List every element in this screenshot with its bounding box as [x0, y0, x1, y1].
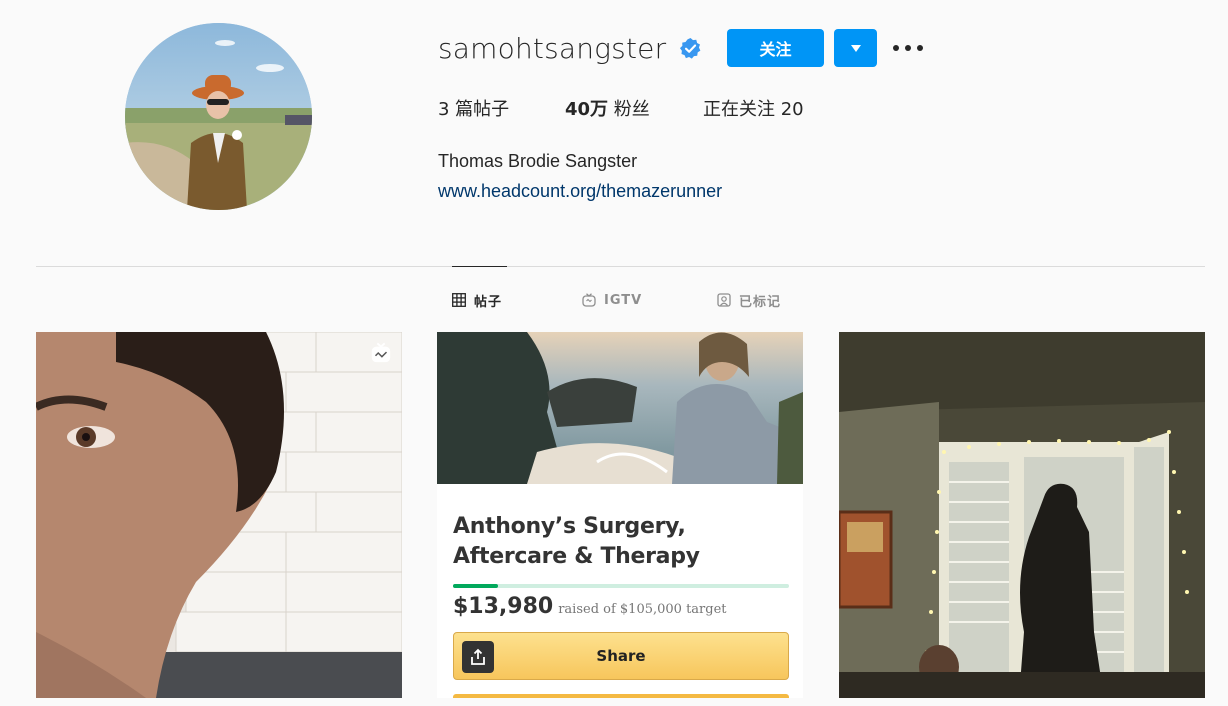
fundraiser-target-text: raised of $105,000 target: [558, 602, 727, 617]
more-dot-icon: [917, 45, 923, 51]
fundraiser-title: Anthony’s Surgery, Aftercare & Therapy: [453, 514, 700, 569]
fundraiser-share-label: Share: [596, 647, 646, 665]
followers-count-stat[interactable]: 40万 粉丝: [565, 98, 703, 122]
follow-button[interactable]: 关注: [727, 29, 824, 67]
followers-count-label: 粉丝: [608, 99, 650, 120]
suggested-accounts-dropdown-button[interactable]: [834, 29, 877, 67]
tab-tagged[interactable]: 已标记: [717, 290, 781, 310]
following-count-value: 20: [780, 99, 804, 120]
post-tile[interactable]: [839, 332, 1205, 698]
following-count-stat[interactable]: 正在关注 20: [703, 98, 804, 122]
active-tab-indicator: [452, 266, 507, 267]
fundraiser-progress-fill: [453, 584, 498, 588]
fundraiser-share-button: Share: [453, 632, 789, 680]
fundraiser-progress-bar: [453, 584, 789, 588]
tab-tagged-label: 已标记: [739, 294, 782, 310]
tab-posts[interactable]: 帖子: [452, 290, 502, 310]
igtv-icon: [582, 293, 596, 307]
more-dot-icon: [893, 45, 899, 51]
tagged-icon: [717, 293, 731, 307]
igtv-badge-icon: [371, 342, 391, 363]
tab-igtv[interactable]: IGTV: [582, 290, 642, 310]
posts-count-label: 篇帖子: [449, 99, 510, 120]
post-thumbnail: [437, 332, 803, 484]
post-tile[interactable]: [36, 332, 402, 698]
more-dot-icon: [905, 45, 911, 51]
fundraiser-raised-amount: $13,980: [453, 594, 554, 619]
posts-count-value: 3: [438, 99, 450, 120]
followers-count-value: 40万: [565, 99, 609, 120]
tab-posts-label: 帖子: [474, 294, 503, 310]
grid-icon: [452, 293, 466, 307]
profile-username: samohtsangster: [438, 32, 667, 65]
fundraiser-amount: $13,980 raised of $105,000 target: [453, 594, 727, 619]
post-tile[interactable]: Anthony’s Surgery, Aftercare & Therapy $…: [437, 332, 803, 698]
share-icon: [462, 641, 494, 673]
chevron-down-icon: [850, 44, 861, 52]
post-thumbnail: [36, 332, 402, 698]
profile-bio-link[interactable]: www.headcount.org/themazerunner: [438, 179, 722, 203]
verified-badge-icon: [679, 37, 701, 59]
following-count-label: 正在关注: [703, 99, 781, 120]
tabs-divider: [36, 266, 1205, 267]
tab-igtv-label: IGTV: [604, 292, 643, 308]
post-thumbnail: [839, 332, 1205, 698]
posts-count-stat: 3 篇帖子: [438, 98, 565, 122]
profile-avatar[interactable]: [125, 23, 312, 210]
profile-full-name: Thomas Brodie Sangster: [438, 151, 638, 171]
profile-stats: 3 篇帖子 40万 粉丝 正在关注 20: [438, 98, 804, 122]
fundraiser-next-button: [453, 694, 789, 698]
more-options-button[interactable]: [893, 36, 923, 60]
